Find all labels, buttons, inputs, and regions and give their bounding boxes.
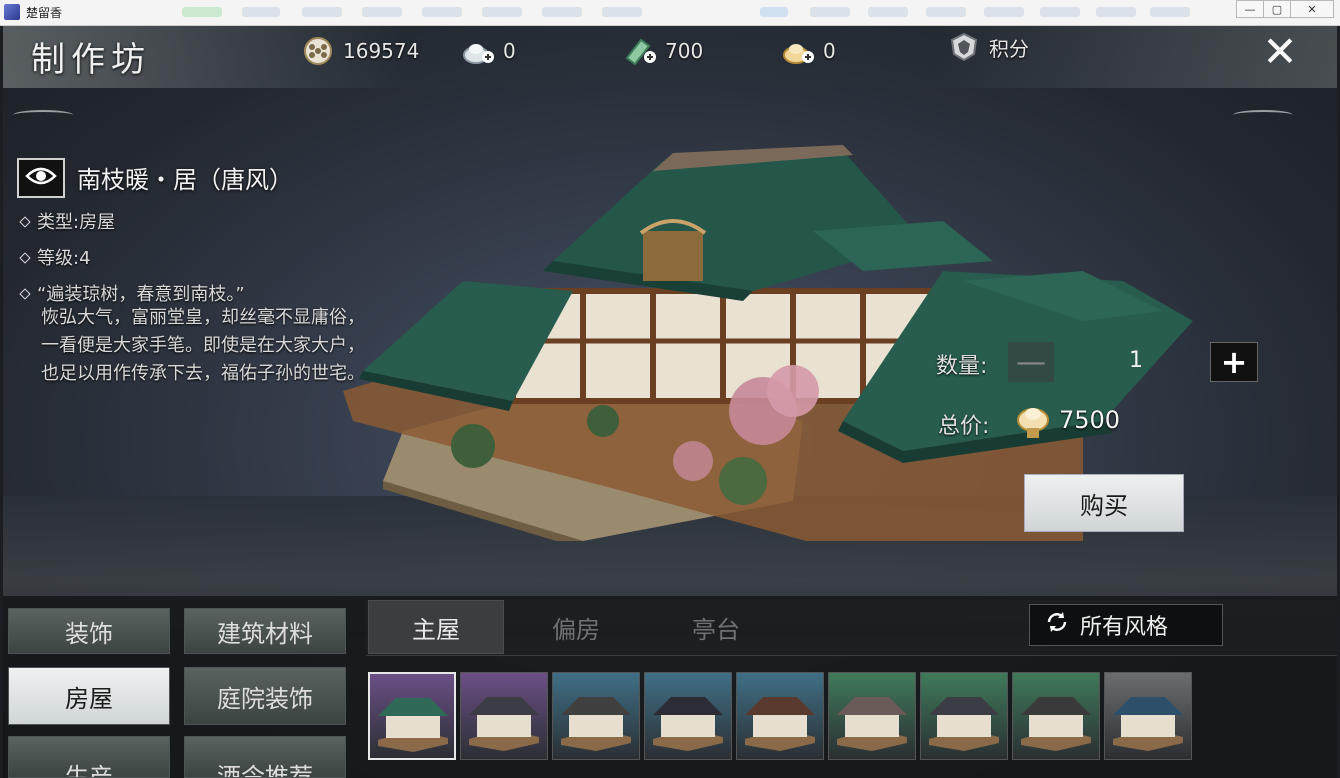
category-courtyard-decoration[interactable]: 庭院装饰 [184, 667, 346, 725]
house-thumbnail[interactable] [736, 672, 824, 760]
window-titlebar: 楚留香 — ▢ ✕ [0, 0, 1340, 26]
blurred-text [1150, 7, 1190, 17]
buy-button[interactable]: 购买 [1024, 474, 1184, 532]
currency-points[interactable]: 积分 [947, 32, 1029, 62]
currency-coins-value: 169574 [343, 39, 420, 63]
quantity-increase-button[interactable]: + [1210, 342, 1258, 382]
house-thumbnail-list [368, 672, 1192, 762]
house-thumbnail-image [929, 697, 999, 751]
blurred-text [984, 7, 1024, 17]
currency-jade-value: 700 [665, 39, 704, 63]
item-type: 类型:房屋 [19, 208, 116, 234]
tab-side-house[interactable]: 偏房 [508, 600, 644, 654]
category-houses[interactable]: 房屋 [8, 667, 170, 725]
currency-points-label: 积分 [989, 36, 1029, 61]
tab-pavilion[interactable]: 亭台 [648, 600, 784, 654]
game-scene: 制作坊 169574 0 700 0 积分 ✕ 南枝暖・居（唐风） 类型:房屋 … [3, 26, 1337, 778]
item-quote: “遍装琼树，春意到南枝。” [19, 280, 245, 306]
item-quote-text: “遍装琼树，春意到南枝。” [37, 284, 245, 305]
quantity-decrease-button[interactable]: — [1008, 342, 1054, 382]
blurred-text [302, 7, 342, 17]
minimize-button[interactable]: — [1236, 0, 1264, 18]
house-thumbnail[interactable] [828, 672, 916, 760]
currency-silver[interactable]: 0 [461, 36, 516, 66]
silver-ingot-plus-icon [461, 36, 495, 66]
category-production[interactable]: 生产 [8, 736, 170, 778]
decor-swirl-right [1233, 110, 1293, 120]
film-reel-coin-icon [301, 36, 335, 66]
blurred-text [482, 7, 522, 17]
blurred-text [602, 7, 642, 17]
gold-ingot-plus-icon [781, 36, 815, 66]
style-filter-button[interactable]: 所有风格 [1029, 604, 1223, 646]
blurred-text [542, 7, 582, 17]
page-title: 制作坊 [31, 40, 151, 80]
house-thumbnail[interactable] [644, 672, 732, 760]
blurred-text [362, 7, 402, 17]
blurred-text [926, 7, 966, 17]
item-name: 南枝暖・居（唐风） [77, 166, 293, 194]
currency-gold[interactable]: 0 [781, 36, 836, 66]
total-price-value: 7500 [1059, 406, 1121, 434]
blurred-text [810, 7, 850, 17]
blurred-text [1040, 7, 1080, 17]
app-icon [4, 4, 20, 20]
decor-swirl-left [13, 110, 73, 120]
blurred-text [760, 7, 788, 17]
item-level-text: 等级:4 [37, 248, 91, 269]
points-shield-icon [947, 32, 981, 62]
window-title: 楚留香 [26, 6, 63, 20]
quantity-value[interactable]: 1 [1083, 348, 1143, 373]
category-recommended[interactable]: 酒令推荐 [184, 736, 346, 778]
house-thumbnail-image [469, 697, 539, 751]
item-type-text: 类型:房屋 [37, 212, 116, 233]
category-decoration[interactable]: 装饰 [8, 608, 170, 654]
currency-jade[interactable]: 700 [623, 36, 703, 66]
item-level: 等级:4 [19, 244, 91, 270]
house-thumbnail-image [378, 698, 448, 752]
house-thumbnail-image [561, 697, 631, 751]
blurred-text [1096, 7, 1136, 17]
house-thumbnail[interactable] [460, 672, 548, 760]
eye-icon [25, 166, 57, 190]
house-thumbnail[interactable] [1012, 672, 1100, 760]
house-thumbnail[interactable] [920, 672, 1008, 760]
blurred-text [422, 7, 462, 17]
window-close-button[interactable]: ✕ [1290, 0, 1334, 18]
item-description: 恢弘大气，富丽堂皇，却丝毫不显庸俗，一看便是大家手笔。即使是在大家大户，也足以用… [41, 307, 365, 384]
quantity-label: 数量: [936, 354, 988, 379]
jade-plus-icon [623, 36, 657, 66]
maximize-button[interactable]: ▢ [1263, 0, 1291, 18]
tab-main-house[interactable]: 主屋 [368, 600, 504, 654]
house-thumbnail[interactable] [368, 672, 456, 760]
house-thumbnail[interactable] [1104, 672, 1192, 760]
currency-gold-value: 0 [823, 39, 836, 63]
total-price-label: 总价: [938, 414, 990, 439]
gold-ingot-icon [1017, 408, 1049, 438]
currency-coins: 169574 [301, 36, 419, 66]
house-thumbnail-image [1113, 697, 1183, 751]
house-thumbnail-image [837, 697, 907, 751]
preview-toggle-button[interactable] [17, 158, 65, 198]
house-thumbnail-image [745, 697, 815, 751]
house-thumbnail[interactable] [552, 672, 640, 760]
refresh-icon [1044, 609, 1070, 641]
blurred-text [182, 7, 222, 17]
currency-silver-value: 0 [503, 39, 516, 63]
style-filter-label: 所有风格 [1080, 615, 1169, 640]
blurred-text [868, 7, 908, 17]
close-icon[interactable]: ✕ [1247, 26, 1313, 76]
house-thumbnail-image [1021, 697, 1091, 751]
blurred-text [242, 7, 280, 17]
category-building-materials[interactable]: 建筑材料 [184, 608, 346, 654]
house-thumbnail-image [653, 697, 723, 751]
